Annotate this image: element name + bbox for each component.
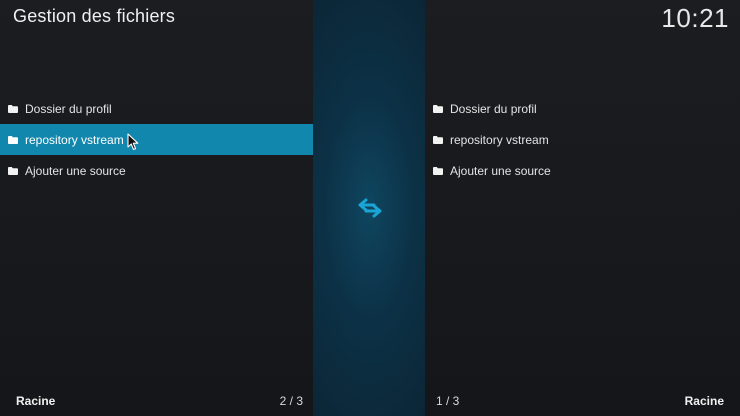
list-item[interactable]: repository vstream <box>425 124 740 155</box>
list-item[interactable]: Ajouter une source <box>425 155 740 186</box>
swap-arrows-icon[interactable] <box>357 197 383 219</box>
folder-icon <box>433 135 443 144</box>
list-item-label: repository vstream <box>450 132 549 147</box>
list-item-label: repository vstream <box>25 132 124 147</box>
file-manager-window: Gestion des fichiers 10:21 Dossier du pr… <box>0 0 740 416</box>
list-item-label: Dossier du profil <box>25 101 112 116</box>
left-pane-item-count: 2 / 3 <box>279 394 303 408</box>
list-item-label: Ajouter une source <box>25 163 126 178</box>
mouse-cursor-icon <box>127 133 139 151</box>
left-pane: Dossier du profil repository vstream Ajo… <box>0 0 313 416</box>
list-item-label: Dossier du profil <box>450 101 537 116</box>
folder-icon <box>433 104 443 113</box>
folder-icon <box>8 104 18 113</box>
left-file-list: Dossier du profil repository vstream Ajo… <box>0 93 313 186</box>
folder-icon <box>8 166 18 175</box>
left-pane-path-label: Racine <box>16 394 56 408</box>
folder-icon <box>433 166 443 175</box>
list-item-selected[interactable]: repository vstream <box>0 124 313 155</box>
list-item-label: Ajouter une source <box>450 163 551 178</box>
folder-icon <box>8 135 18 144</box>
right-pane-path-label: Racine <box>684 394 724 408</box>
list-item[interactable]: Ajouter une source <box>0 155 313 186</box>
list-item[interactable]: Dossier du profil <box>0 93 313 124</box>
right-pane-item-count: 1 / 3 <box>436 394 460 408</box>
list-item[interactable]: Dossier du profil <box>425 93 740 124</box>
right-file-list: Dossier du profil repository vstream Ajo… <box>425 93 740 186</box>
right-pane: Dossier du profil repository vstream Ajo… <box>425 0 740 416</box>
